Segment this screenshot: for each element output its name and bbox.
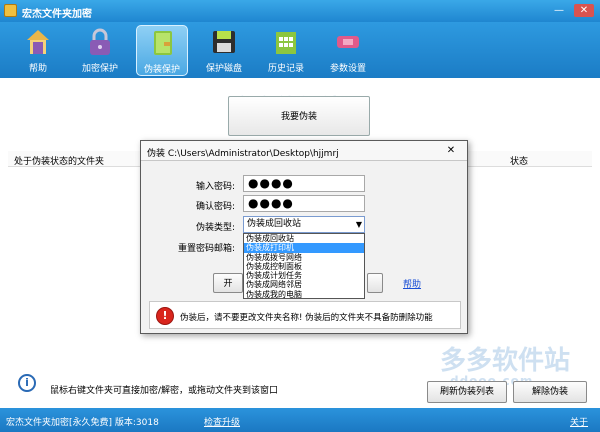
tip-text: 鼠标右键文件夹可直接加密/解密，或拖动文件夹到该窗口 [50,386,279,396]
lock-icon [90,28,110,55]
warning-icon: ! [156,307,174,325]
chevron-down-icon[interactable]: ▼ [356,217,362,232]
refresh-list-button[interactable]: 刷新伪装列表 [427,381,507,403]
disguise-type-label: 伪装类型: [195,223,235,233]
confirm-password-label: 确认密码: [195,202,235,212]
wrench-icon [337,36,359,48]
minimize-button[interactable]: — [552,4,566,17]
toolbar-disguise[interactable]: 伪装保护 [136,25,188,76]
calendar-icon [276,32,296,54]
dropdown-option[interactable]: 伪装成网络邻居 [244,280,364,289]
dropdown-option[interactable]: 伪装成拨号网络 [244,253,364,262]
confirm-password-input[interactable]: ●●●● [243,195,365,212]
column-status[interactable]: 状态 [510,154,528,167]
reset-email-label: 重置密码邮箱: [177,244,235,254]
check-update-link[interactable]: 检查升级 [204,415,240,428]
dialog-title-bar: 伪装 C:\Users\Administrator\Desktop\hjjmrj… [141,141,467,161]
column-folder[interactable]: 处于伪装状态的文件夹 [14,154,104,167]
dropdown-option[interactable]: 伪装成控制面板 [244,262,364,271]
toolbar-help[interactable]: 帮助 [12,25,64,76]
dropdown-option-highlighted[interactable]: 伪装成打印机 [244,243,364,253]
warning-box: ! 伪装后，请不要更改文件夹名称! 伪装后的文件夹不具备防删除功能 [149,301,461,329]
warning-text: 伪装后，请不要更改文件夹名称! 伪装后的文件夹不具备防删除功能 [180,313,433,323]
dialog-title: 伪装 C:\Users\Administrator\Desktop\hjjmrj [147,149,339,159]
release-disguise-button[interactable]: 解除伪装 [513,381,587,403]
disguise-type-dropdown: 伪装成回收站 伪装成打印机 伪装成拨号网络 伪装成控制面板 伪装成计划任务 伪装… [243,233,365,299]
toolbar-settings[interactable]: 参数设置 [322,25,374,76]
toolbar: 帮助 加密保护 伪装保护 保护磁盘 历史记录 参数设置 [0,22,600,78]
toolbar-history[interactable]: 历史记录 [260,25,312,76]
floppy-icon [213,31,235,53]
password-input[interactable]: ●●●● [243,175,365,192]
cancel-button[interactable] [367,273,383,293]
close-button[interactable]: ✕ [574,4,594,17]
version-text: 宏杰文件夹加密[永久免费] 版本:3018 [6,418,159,428]
disguise-button[interactable]: 我要伪装 [228,96,370,136]
start-disguise-button[interactable]: 开 [213,273,243,293]
info-icon: i [18,374,36,392]
disguise-type-value: 伪装成回收站 [247,219,302,229]
disguise-dialog: 伪装 C:\Users\Administrator\Desktop\hjjmrj… [140,140,468,334]
toolbar-encrypt[interactable]: 加密保护 [74,25,126,76]
password-label: 输入密码: [195,182,235,192]
about-link[interactable]: 关于 [570,415,588,428]
title-bar: 宏杰文件夹加密 — ✕ [0,0,600,22]
disguise-type-select[interactable]: 伪装成回收站 ▼ [243,216,365,233]
help-link[interactable]: 帮助 [403,277,421,290]
dropdown-option[interactable]: 伪装成我的电脑 [244,290,364,299]
house-icon [27,30,49,54]
notebook-icon [154,31,172,55]
app-icon [4,4,17,17]
watermark-bottom: 多多软件站 [440,346,571,376]
dropdown-option[interactable]: 伪装成回收站 [244,234,364,243]
window-title: 宏杰文件夹加密 [22,9,92,20]
status-bar: 宏杰文件夹加密[永久免费] 版本:3018 检查升级 关于 [0,408,600,432]
dialog-close-button[interactable]: ✕ [443,145,459,157]
toolbar-disk[interactable]: 保护磁盘 [198,25,250,76]
